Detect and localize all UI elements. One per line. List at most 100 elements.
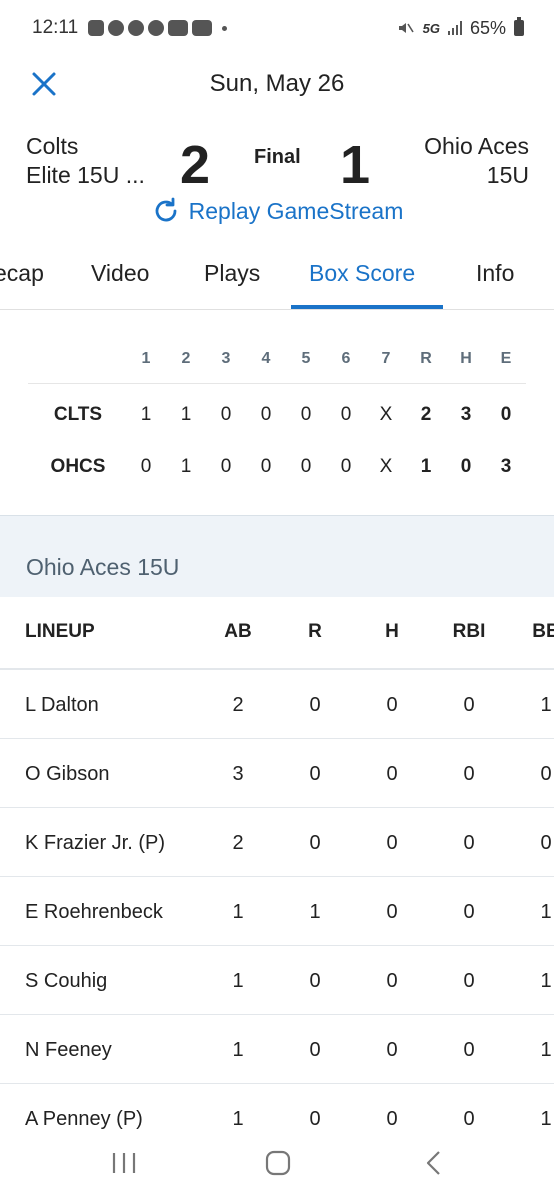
ab-column-header: AB bbox=[224, 621, 252, 642]
stat-bb: 0 bbox=[540, 763, 552, 785]
away-team-line2: 15U bbox=[486, 162, 529, 188]
game-status: Final bbox=[254, 146, 301, 168]
stat-rbi: 0 bbox=[463, 1039, 475, 1061]
inning-header: 1 bbox=[141, 350, 151, 367]
inning-header: 5 bbox=[301, 350, 311, 367]
stat-h: 0 bbox=[386, 901, 398, 923]
inning-header: 7 bbox=[381, 350, 391, 367]
stat-bb: 1 bbox=[540, 694, 552, 716]
h-column-header: H bbox=[385, 621, 399, 642]
stat-bb: 0 bbox=[540, 832, 552, 854]
stat-h: 0 bbox=[386, 832, 398, 854]
status-bar: 12:11 5G 65% bbox=[0, 0, 554, 56]
stat-bb: 1 bbox=[540, 1108, 552, 1130]
stat-rbi: 0 bbox=[463, 901, 475, 923]
stat-ab: 2 bbox=[232, 832, 244, 854]
away-team-name: Ohio Aces 15U bbox=[424, 132, 529, 190]
player-name: L Dalton bbox=[25, 694, 99, 716]
active-tab-indicator bbox=[291, 305, 443, 309]
stat-bb: 1 bbox=[540, 970, 552, 992]
stat-ab: 1 bbox=[232, 970, 244, 992]
youtube-icon bbox=[168, 20, 189, 36]
tab-recap[interactable]: ecap bbox=[0, 260, 44, 287]
inning-runs: 0 bbox=[260, 404, 272, 425]
home-team-line2: Elite 15U ... bbox=[26, 162, 145, 188]
stat-r: 0 bbox=[309, 1108, 321, 1130]
stat-r: 1 bbox=[309, 901, 321, 923]
pinterest-icon bbox=[128, 20, 145, 36]
total-hits: 0 bbox=[460, 456, 472, 477]
instagram-icon bbox=[88, 20, 105, 36]
runs-header: R bbox=[420, 350, 432, 367]
player-row[interactable]: K Frazier Jr. (P) 2 0 0 0 0 bbox=[0, 808, 554, 877]
stat-rbi: 0 bbox=[463, 832, 475, 854]
stat-h: 0 bbox=[386, 970, 398, 992]
inning-runs: 0 bbox=[220, 404, 232, 425]
inning-runs: 1 bbox=[140, 404, 152, 425]
signal-icon bbox=[447, 21, 462, 35]
game-date: Sun, May 26 bbox=[209, 70, 345, 97]
stat-h: 0 bbox=[386, 1039, 398, 1061]
inning-runs: X bbox=[379, 404, 393, 425]
system-navigation-bar bbox=[0, 1130, 554, 1200]
stat-rbi: 0 bbox=[463, 694, 475, 716]
back-icon bbox=[426, 1151, 440, 1175]
player-name: O Gibson bbox=[25, 763, 110, 785]
line-score-row: OHCS 0 1 0 0 0 0 X 1 0 3 bbox=[28, 448, 526, 488]
replay-gamestream-button[interactable]: Replay GameStream bbox=[0, 196, 554, 226]
player-row[interactable]: S Couhig 1 0 0 0 1 bbox=[0, 946, 554, 1015]
back-button[interactable] bbox=[414, 1148, 454, 1178]
section-title: Ohio Aces 15U bbox=[26, 554, 180, 580]
player-row[interactable]: O Gibson 3 0 0 0 0 bbox=[0, 739, 554, 808]
team-section-header: Ohio Aces 15U bbox=[0, 515, 554, 597]
home-button[interactable] bbox=[258, 1148, 298, 1178]
rbi-column-header: RBI bbox=[452, 621, 486, 642]
player-name: E Roehrenbeck bbox=[25, 901, 163, 923]
inning-header: 3 bbox=[221, 350, 231, 367]
stat-rbi: 0 bbox=[463, 1108, 475, 1130]
stat-r: 0 bbox=[309, 1039, 321, 1061]
stat-ab: 1 bbox=[232, 1108, 244, 1130]
bb-column-header: BB bbox=[532, 621, 554, 642]
tab-box-score[interactable]: Box Score bbox=[309, 260, 415, 287]
stat-rbi: 0 bbox=[463, 763, 475, 785]
player-row[interactable]: L Dalton 2 0 0 0 1 bbox=[0, 670, 554, 739]
inning-runs: 1 bbox=[180, 404, 192, 425]
player-row[interactable]: E Roehrenbeck 1 1 0 0 1 bbox=[0, 877, 554, 946]
recent-apps-button[interactable] bbox=[104, 1148, 144, 1178]
lineup-table: LINEUP AB R H RBI BB L Dalton 2 0 0 0 1 … bbox=[0, 597, 554, 1153]
total-runs: 1 bbox=[420, 456, 432, 477]
battery-percent: 65% bbox=[469, 17, 506, 38]
player-name: A Penney (P) bbox=[25, 1108, 143, 1130]
tab-video[interactable]: Video bbox=[91, 260, 149, 287]
replay-label: Replay GameStream bbox=[188, 197, 404, 224]
inning-runs: 0 bbox=[340, 456, 352, 477]
stat-r: 0 bbox=[309, 832, 321, 854]
tab-plays[interactable]: Plays bbox=[204, 260, 260, 287]
stat-r: 0 bbox=[309, 970, 321, 992]
inning-header: 6 bbox=[341, 350, 351, 367]
stat-rbi: 0 bbox=[463, 970, 475, 992]
stat-h: 0 bbox=[386, 763, 398, 785]
inning-runs: 0 bbox=[140, 456, 152, 477]
errors-header: E bbox=[500, 350, 512, 367]
line-score-table: 1 2 3 4 5 6 7 R H E CLTS 1 1 0 0 0 0 X 2… bbox=[28, 342, 526, 488]
tab-info[interactable]: Info bbox=[476, 260, 514, 287]
total-runs: 2 bbox=[420, 404, 432, 425]
recent-apps-icon bbox=[112, 1153, 136, 1173]
inning-runs: 0 bbox=[300, 404, 312, 425]
stat-ab: 3 bbox=[232, 763, 244, 785]
player-name: S Couhig bbox=[25, 970, 108, 992]
pinterest-icon bbox=[148, 20, 165, 36]
network-type: 5G bbox=[422, 20, 440, 36]
stat-bb: 1 bbox=[540, 1039, 552, 1061]
home-score: 2 bbox=[180, 135, 211, 195]
inning-runs: 0 bbox=[340, 404, 352, 425]
tab-bar: ecap Video Plays Box Score Info bbox=[0, 248, 554, 310]
youtube-icon bbox=[192, 20, 213, 36]
inning-runs: 0 bbox=[300, 456, 312, 477]
r-column-header: R bbox=[308, 621, 322, 642]
mute-icon bbox=[398, 23, 414, 33]
total-errors: 0 bbox=[500, 404, 512, 425]
player-row[interactable]: N Feeney 1 0 0 0 1 bbox=[0, 1015, 554, 1084]
